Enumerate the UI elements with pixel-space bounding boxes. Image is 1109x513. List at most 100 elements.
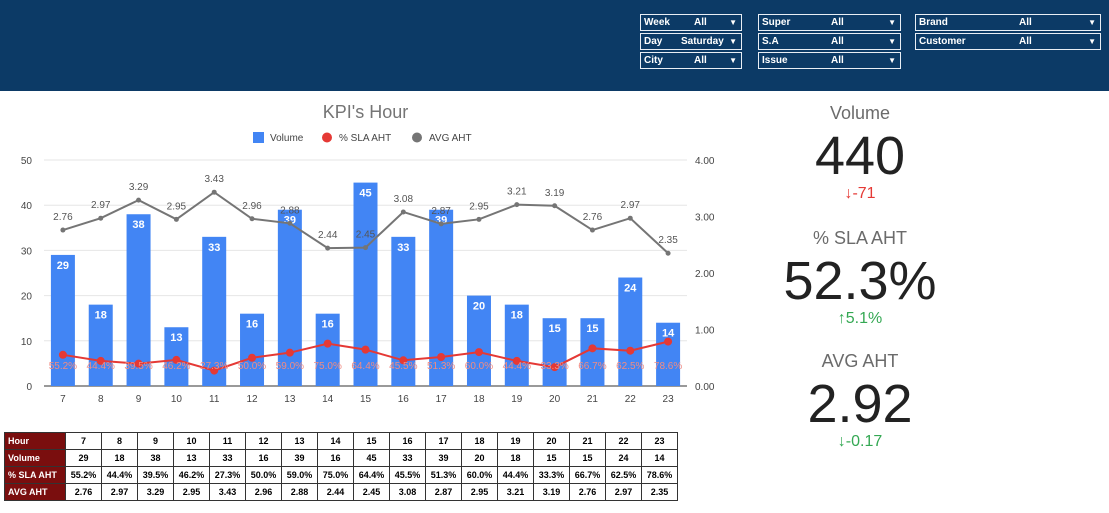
table-cell: 2.76 xyxy=(65,483,102,501)
x-tick-label: 22 xyxy=(625,394,637,405)
volume-data-label: 33 xyxy=(208,242,220,254)
kpi-label: Volume xyxy=(829,103,891,123)
avg-aht-data-label: 2.44 xyxy=(318,230,338,241)
table-cell: 22 xyxy=(605,432,642,450)
avg-aht-data-label: 3.43 xyxy=(204,174,224,185)
volume-data-label: 24 xyxy=(624,283,637,295)
table-cell: 2.95 xyxy=(173,483,210,501)
y-left-tick-label: 50 xyxy=(21,156,33,167)
y-right-tick-label: 2.00 xyxy=(695,269,715,280)
avg-aht-point xyxy=(136,197,142,203)
y-left-tick-label: 40 xyxy=(21,201,33,212)
avg-aht-point xyxy=(514,202,520,208)
table-cell: 18 xyxy=(101,449,138,467)
x-tick-label: 12 xyxy=(246,394,258,405)
table-cell: 62.5% xyxy=(605,466,642,484)
kpi-value: 52.3% xyxy=(783,251,937,311)
x-tick-label: 11 xyxy=(209,394,220,405)
data-table: Hour 7 8 9 10 11 12 13 14 15 16 17 18 19 20 21 22 23 Volum… xyxy=(4,432,678,501)
sla-data-label: 62.5% xyxy=(616,361,644,372)
table-cell: 2.87 xyxy=(425,483,462,501)
filter-label: Issue xyxy=(762,55,788,66)
avg-aht-point xyxy=(98,215,104,221)
filter-issue[interactable]: Issue All ▼ xyxy=(758,52,901,69)
volume-bar xyxy=(353,182,378,386)
avg-aht-data-label: 2.97 xyxy=(91,200,111,211)
volume-data-label: 15 xyxy=(548,323,560,335)
filter-week[interactable]: Week All ▼ xyxy=(640,14,742,31)
sla-data-label: 64.4% xyxy=(351,361,379,372)
kpi-value: 2.92 xyxy=(807,374,913,434)
table-cell: 59.0% xyxy=(281,466,318,484)
table-cell: 14 xyxy=(317,432,354,450)
filter-city[interactable]: City All ▼ xyxy=(640,52,742,69)
filter-label: S.A xyxy=(762,36,779,47)
table-cell: 38 xyxy=(137,449,174,467)
avg-aht-point xyxy=(400,209,406,215)
chevron-down-icon: ▼ xyxy=(729,18,737,27)
table-cell: 75.0% xyxy=(317,466,354,484)
y-left-tick-label: 30 xyxy=(21,246,33,257)
sla-data-label: 44.4% xyxy=(503,361,531,372)
avg-aht-data-label: 2.97 xyxy=(621,200,641,211)
avg-aht-data-label: 2.88 xyxy=(280,205,300,216)
table-cell: 3.29 xyxy=(137,483,174,501)
table-row: Hour 7 8 9 10 11 12 13 14 15 16 17 18 19 20 21 22 23 xyxy=(4,432,678,450)
kpi-delta-value: -71 xyxy=(852,185,876,202)
avg-aht-data-label: 2.87 xyxy=(431,206,451,217)
y-right-tick-label: 4.00 xyxy=(695,156,715,167)
avg-aht-data-label: 2.76 xyxy=(583,212,603,223)
y-right-tick-label: 3.00 xyxy=(695,213,715,224)
sla-data-label: 51.3% xyxy=(427,361,455,372)
filter-day[interactable]: Day Saturday ▼ xyxy=(640,33,742,50)
x-tick-label: 8 xyxy=(98,394,104,405)
x-tick-label: 14 xyxy=(322,394,334,405)
sla-data-label: 44.4% xyxy=(87,361,115,372)
chevron-down-icon: ▼ xyxy=(729,37,737,46)
filter-value: All xyxy=(831,17,844,28)
table-cell: 44.4% xyxy=(101,466,138,484)
avg-aht-point xyxy=(665,250,671,256)
filter-value: All xyxy=(831,55,844,66)
table-cell: 33 xyxy=(389,449,426,467)
avg-aht-point xyxy=(627,215,633,221)
filter-customer[interactable]: Customer All ▼ xyxy=(915,33,1101,50)
table-row: Volume 29 18 38 13 33 16 39 16 45 33 39 20 18 15 15 24 14 xyxy=(4,449,678,467)
legend-swatch xyxy=(412,132,422,143)
filter-brand[interactable]: Brand All ▼ xyxy=(915,14,1101,31)
sla-point xyxy=(285,348,294,357)
sla-data-label: 45.5% xyxy=(389,361,417,372)
filter-label: Week xyxy=(644,17,670,28)
filter-bar: Week All ▼ Day Saturday ▼ City All ▼ Sup… xyxy=(0,0,1109,91)
chevron-down-icon: ▼ xyxy=(1088,18,1096,27)
avg-aht-data-label: 2.95 xyxy=(167,201,187,212)
table-cell: 44.4% xyxy=(497,466,534,484)
table-cell: 29 xyxy=(65,449,102,467)
table-cell: 3.19 xyxy=(533,483,570,501)
avg-aht-point xyxy=(476,216,482,222)
filter-sa[interactable]: S.A All ▼ xyxy=(758,33,901,50)
sla-point xyxy=(323,339,332,348)
table-cell: 20 xyxy=(461,449,498,467)
arrow-down-icon: ↓ xyxy=(837,433,846,450)
table-cell: 45.5% xyxy=(389,466,426,484)
volume-data-label: 45 xyxy=(359,188,371,200)
arrow-up-icon: ↑ xyxy=(837,310,846,327)
volume-data-label: 18 xyxy=(95,310,107,322)
kpi-label: % SLA AHT xyxy=(812,228,908,248)
table-cell: 14 xyxy=(641,449,678,467)
table-cell: 2.45 xyxy=(353,483,390,501)
avg-aht-data-label: 3.08 xyxy=(394,194,414,205)
sla-point xyxy=(664,337,673,346)
sla-point xyxy=(626,346,635,355)
volume-data-label: 33 xyxy=(397,242,409,254)
table-cell: 64.4% xyxy=(353,466,390,484)
table-cell: 3.21 xyxy=(497,483,534,501)
x-tick-label: 18 xyxy=(473,394,485,405)
filter-super[interactable]: Super All ▼ xyxy=(758,14,901,31)
table-cell: 16 xyxy=(245,449,282,467)
legend-swatch xyxy=(253,132,264,143)
table-cell: 2.88 xyxy=(281,483,318,501)
table-cell: 33 xyxy=(209,449,246,467)
table-cell: 3.43 xyxy=(209,483,246,501)
